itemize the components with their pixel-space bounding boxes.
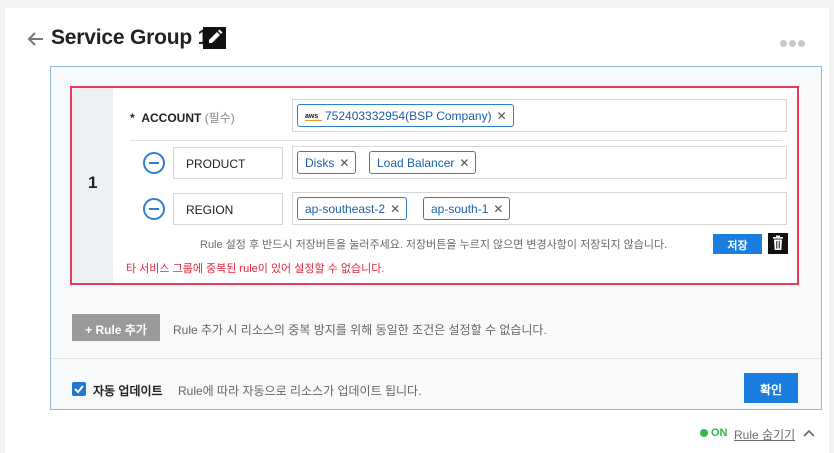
remove-tag-icon[interactable]: ✕ [497,109,507,123]
status-badge: ON [711,427,728,439]
value-tag-label: ap-southeast-2 [305,202,386,216]
auto-update-label: 자동 업데이트 [93,384,163,398]
error-message: 타 서비스 그룹에 중복된 rule이 있어 설정할 수 없습니다. [126,263,385,275]
back-arrow-icon[interactable] [23,26,49,52]
required-mark: * [130,111,135,125]
add-rule-hint: Rule 추가 시 리소스의 중복 방지를 위해 동일한 조건은 설정할 수 없… [173,323,547,337]
account-field[interactable]: aws 752403332954(BSP Company) ✕ [292,99,787,132]
account-tag-label: 752403332954(BSP Company) [325,109,492,123]
remove-tag-icon[interactable]: ✕ [459,156,469,170]
value-tag: Load Balancer ✕ [369,151,477,174]
divider [130,140,783,141]
pencil-icon[interactable] [203,27,226,49]
remove-tag-icon[interactable]: ✕ [339,156,349,170]
required-note: (필수) [204,111,235,125]
product-value-field[interactable]: Disks ✕ Load Balancer ✕ [292,146,787,179]
rule-editor: 1 * ACCOUNT (필수) aws 752403332954(BSP Com… [50,66,822,410]
auto-update-checkbox[interactable] [72,382,86,396]
remove-condition-button[interactable] [143,198,165,220]
trash-icon[interactable] [768,233,788,254]
save-button[interactable]: 저장 [713,234,762,254]
value-tag: Disks ✕ [297,151,357,174]
account-label: * ACCOUNT (필수) [130,109,235,126]
value-tag-label: ap-south-1 [431,202,489,216]
rule-row: 1 * ACCOUNT (필수) aws 752403332954(BSP Com… [70,86,799,285]
page-title: Service Group 1 [51,26,210,49]
value-tag-label: Load Balancer [377,156,455,170]
remove-tag-icon[interactable]: ✕ [493,202,503,216]
chevron-up-icon[interactable] [801,426,817,440]
remove-tag-icon[interactable]: ✕ [390,202,400,216]
hide-rule-link[interactable]: Rule 숨기기 [734,426,795,443]
confirm-button[interactable]: 확인 [744,373,798,403]
account-tag: aws 752403332954(BSP Company) ✕ [297,104,514,127]
remove-condition-button[interactable] [143,152,165,174]
check-icon [74,385,84,394]
add-rule-button[interactable]: + Rule 추가 [72,314,160,341]
divider [51,358,821,359]
value-tag: ap-south-1 ✕ [423,197,511,220]
aws-icon: aws [305,113,322,121]
service-group-card: Service Group 1 1 * ACCOUNT (필수) aws 7524… [5,8,829,453]
region-value-field[interactable]: ap-southeast-2 ✕ ap-south-1 ✕ [292,192,787,225]
value-tag: ap-southeast-2 ✕ [297,197,408,220]
value-tag-label: Disks [305,156,335,170]
account-label-text: ACCOUNT [141,111,202,125]
rule-index-column: 1 [72,88,113,283]
auto-update-description: Rule에 따라 자동으로 리소스가 업데이트 됩니다. [178,384,422,398]
rule-index: 1 [88,173,98,192]
condition-key-select[interactable]: PRODUCT [173,147,283,179]
condition-key-select[interactable]: REGION [173,193,283,225]
more-horizontal-icon[interactable] [780,34,812,47]
save-hint: Rule 설정 후 반드시 저장버튼을 눌러주세요. 저장버튼을 누르지 않으면… [200,239,668,251]
status-dot-icon [700,429,708,437]
